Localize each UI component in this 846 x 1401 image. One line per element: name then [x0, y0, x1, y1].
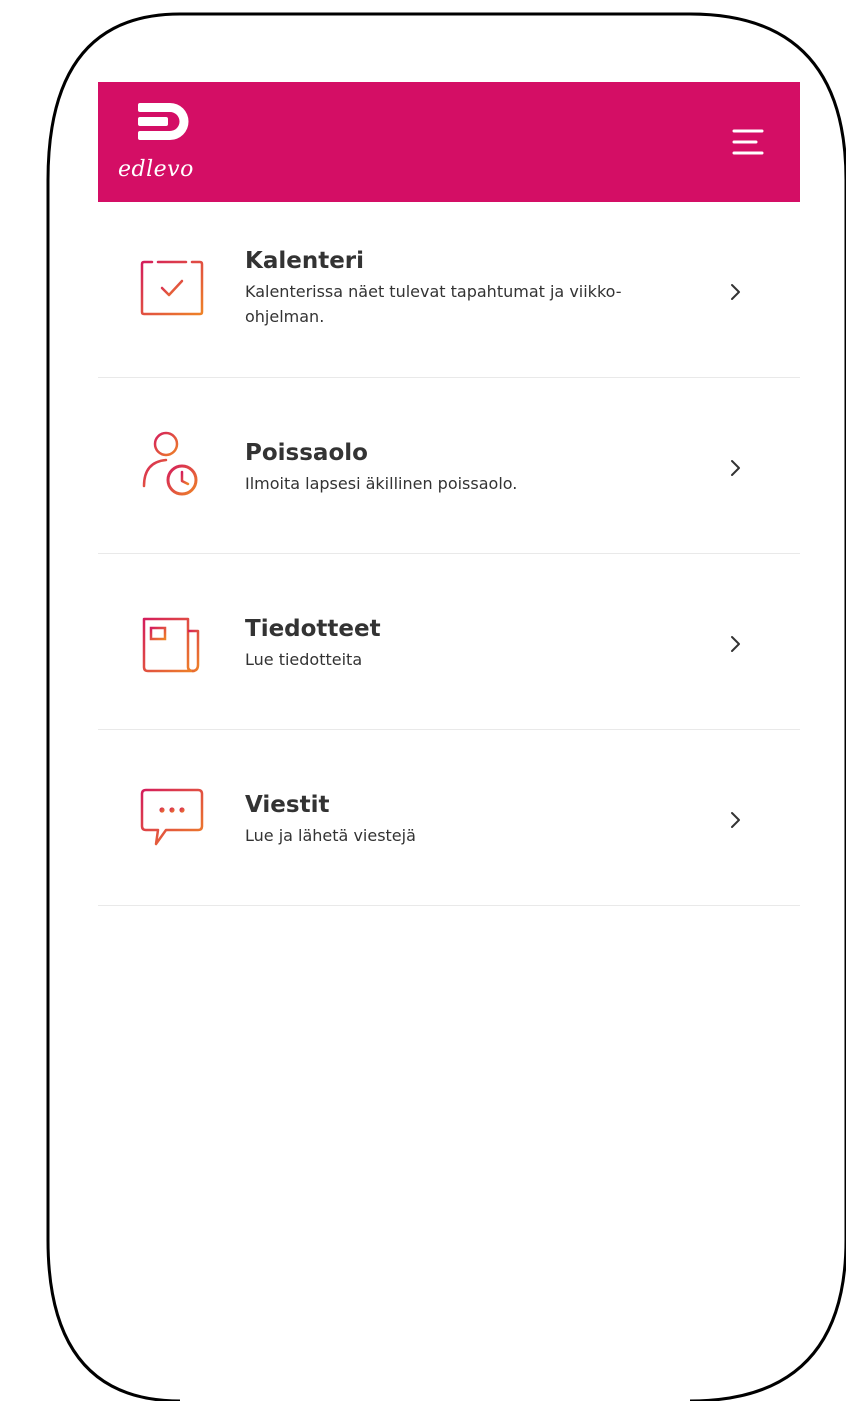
app-header: edlevo	[98, 82, 800, 202]
menu-item-description: Kalenterissa näet tulevat tapahtumat ja …	[245, 282, 622, 326]
menu-item-text: Tiedotteet Lue tiedotteita	[245, 614, 685, 672]
menu-item-description: Ilmoita lapsesi äkillinen poissaolo.	[245, 474, 518, 493]
menu-button[interactable]	[720, 116, 776, 168]
menu-item-kalenteri[interactable]: Kalenteri Kalenterissa näet tulevat tapa…	[98, 202, 800, 378]
chevron-right-icon	[731, 636, 740, 652]
chevron-right-icon	[731, 812, 740, 828]
menu-item-title: Tiedotteet	[245, 616, 381, 642]
menu-item-tiedotteet[interactable]: Tiedotteet Lue tiedotteita	[98, 554, 800, 730]
edlevo-logo[interactable]: edlevo	[118, 103, 218, 183]
menu-item-text: Kalenteri Kalenterissa näet tulevat tapa…	[245, 246, 685, 329]
menu-item-description: Lue tiedotteita	[245, 650, 363, 669]
chat-bubble-icon	[140, 788, 204, 846]
newspaper-icon	[142, 617, 200, 673]
chevron-right-icon	[731, 284, 740, 300]
chevron-right-icon	[731, 460, 740, 476]
person-clock-icon	[142, 431, 198, 496]
menu-item-text: Viestit Lue ja lähetä viestejä	[245, 790, 685, 848]
main-menu-list: Kalenteri Kalenterissa näet tulevat tapa…	[98, 202, 800, 906]
menu-item-title: Poissaolo	[245, 440, 368, 466]
calendar-check-icon	[140, 254, 204, 316]
menu-item-text: Poissaolo Ilmoita lapsesi äkillinen pois…	[245, 438, 685, 496]
menu-item-poissaolo[interactable]: Poissaolo Ilmoita lapsesi äkillinen pois…	[98, 378, 800, 554]
hamburger-menu-icon	[732, 129, 764, 155]
menu-item-description: Lue ja lähetä viestejä	[245, 826, 416, 845]
logo-wordmark: edlevo	[118, 157, 194, 182]
app-screen: edlevo Kalenteri Kalenterissa näet tulev…	[0, 0, 846, 1401]
menu-item-title: Viestit	[245, 792, 330, 818]
menu-item-viestit[interactable]: Viestit Lue ja lähetä viestejä	[98, 730, 800, 906]
menu-item-title: Kalenteri	[245, 248, 365, 274]
edlevo-logo-mark	[138, 103, 189, 140]
